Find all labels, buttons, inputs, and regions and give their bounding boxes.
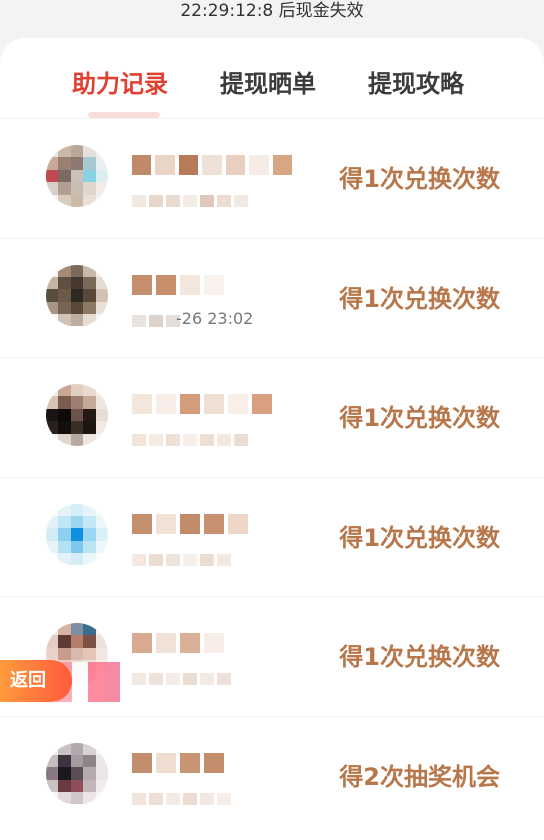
user-name-blurred (132, 633, 292, 655)
reward-text: 得1次兑换次数 (339, 523, 500, 552)
reward-text: 得1次兑换次数 (339, 404, 500, 432)
user-name-blurred (132, 752, 292, 775)
list-item: -26 23:02 得1次兑换次数 (0, 237, 544, 358)
list-item: 得1次兑换次数 (0, 118, 544, 238)
user-name-blurred (132, 155, 292, 177)
time-blurred (132, 671, 262, 687)
reward-text: 得1次兑换次数 (339, 165, 500, 193)
list-item: 得1次兑换次数 (0, 357, 544, 477)
avatar (46, 503, 108, 566)
return-button-label: 返回 (10, 670, 46, 691)
avatar (46, 145, 108, 207)
reward-text: 得1次兑换次数 (339, 284, 500, 313)
reward-text: 得1次兑换次数 (339, 643, 500, 671)
avatar (46, 264, 108, 327)
time-blurred (132, 193, 262, 209)
return-button[interactable]: 返回 (0, 660, 72, 702)
list-item: 得2次抽奖机会 (0, 715, 544, 836)
help-record-sheet: 助力记录 提现晒单 提现攻略 得1次兑换次数 -26 23:02 得1次兑换次数… (0, 38, 544, 840)
time-blurred (132, 552, 262, 568)
list-item: 得1次兑换次数 (0, 476, 544, 597)
time-blurred (132, 791, 262, 807)
record-time-fragment: -26 23:02 (176, 308, 254, 328)
reward-text: 得2次抽奖机会 (339, 762, 500, 791)
record-list: 得1次兑换次数 -26 23:02 得1次兑换次数 得1次兑换次数 得1次兑换次… (0, 118, 544, 835)
time-blurred (132, 432, 262, 448)
avatar (46, 384, 108, 446)
tab-withdraw-shares[interactable]: 提现晒单 (220, 64, 316, 99)
countdown-banner: 22:29:12:8 后现金失效 (0, 0, 544, 36)
tab-help-records[interactable]: 助力记录 (72, 64, 168, 99)
user-name-blurred (132, 394, 292, 416)
user-name-blurred (132, 274, 292, 297)
tab-withdraw-guide[interactable]: 提现攻略 (368, 64, 464, 99)
tab-bar: 助力记录 提现晒单 提现攻略 (0, 38, 544, 118)
user-name-blurred (132, 513, 292, 536)
countdown-text: 22:29:12:8 后现金失效 (180, 1, 364, 21)
avatar (46, 742, 108, 805)
